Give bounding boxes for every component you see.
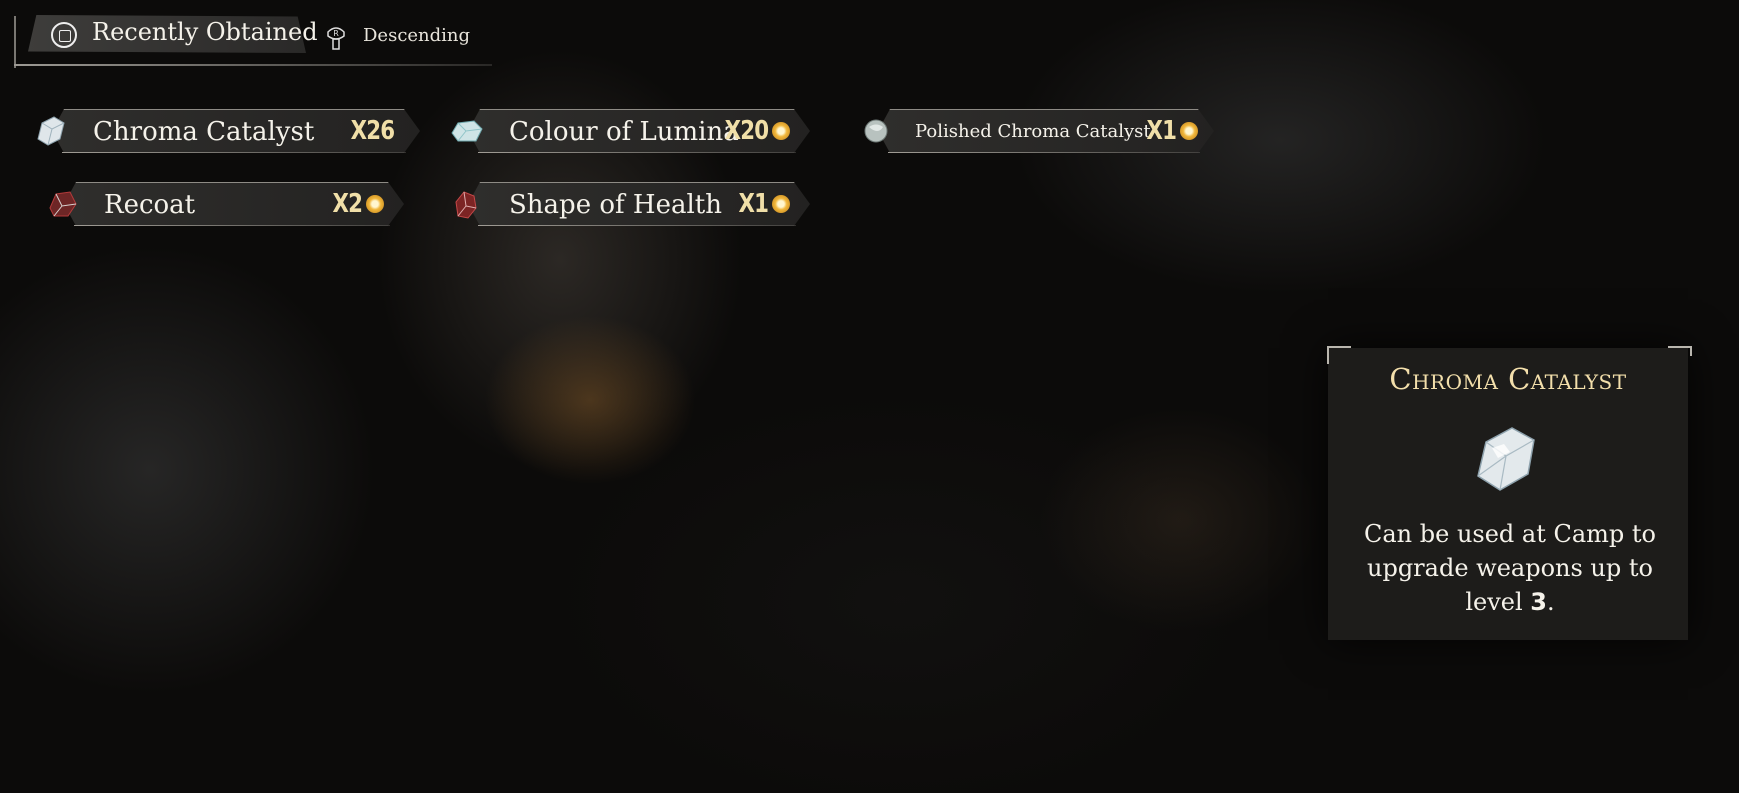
chroma-catalyst-icon [1477, 427, 1535, 491]
item-quantity: X2 [332, 189, 362, 219]
item-name: Recoat [104, 190, 196, 220]
item-edge [478, 152, 796, 153]
item-quantity: X26 [350, 116, 394, 146]
sort-label[interactable]: Recently Obtained [92, 18, 318, 46]
new-item-badge [772, 122, 790, 140]
item-colour-of-lumina[interactable]: Colour of Lumina X20 [451, 109, 810, 153]
square-button-icon [51, 22, 77, 48]
polished-chroma-catalyst-icon [864, 119, 888, 143]
item-edge [74, 225, 390, 226]
chroma-catalyst-icon [37, 116, 65, 146]
header-divider [14, 64, 492, 66]
item-edge [62, 152, 406, 153]
item-name: Polished Chroma Catalyst [915, 121, 1151, 142]
svg-text:R: R [333, 29, 339, 38]
item-quantity: X20 [724, 116, 768, 146]
item-shape-of-health[interactable]: Shape of Health X1 [455, 182, 810, 226]
new-item-badge [366, 195, 384, 213]
new-item-badge [1180, 122, 1198, 140]
item-name: Colour of Lumina [509, 117, 739, 147]
new-item-badge [772, 195, 790, 213]
colour-of-lumina-icon [451, 120, 483, 142]
recoat-icon [49, 191, 77, 217]
item-name: Chroma Catalyst [93, 117, 315, 147]
shape-of-health-icon [455, 191, 477, 219]
detail-description: Can be used at Camp to upgrade weapons u… [1363, 520, 1657, 616]
right-stick-icon: R [327, 27, 345, 50]
item-edge [888, 152, 1200, 153]
panel-corner-ornament [1668, 346, 1692, 356]
detail-title: Chroma Catalyst [1389, 362, 1627, 396]
item-polished-chroma-catalyst[interactable]: Polished Chroma Catalyst X1 [864, 109, 1214, 153]
item-quantity: X1 [738, 189, 768, 219]
sort-order-label[interactable]: Descending [363, 25, 470, 46]
detail-level-value: 3 [1530, 588, 1547, 616]
item-edge [478, 225, 796, 226]
header-tick [14, 16, 16, 68]
item-chroma-catalyst[interactable]: Chroma Catalyst X26 [37, 109, 420, 153]
item-name: Shape of Health [509, 190, 722, 220]
item-recoat[interactable]: Recoat X2 [49, 182, 404, 226]
item-quantity: X1 [1146, 116, 1176, 146]
